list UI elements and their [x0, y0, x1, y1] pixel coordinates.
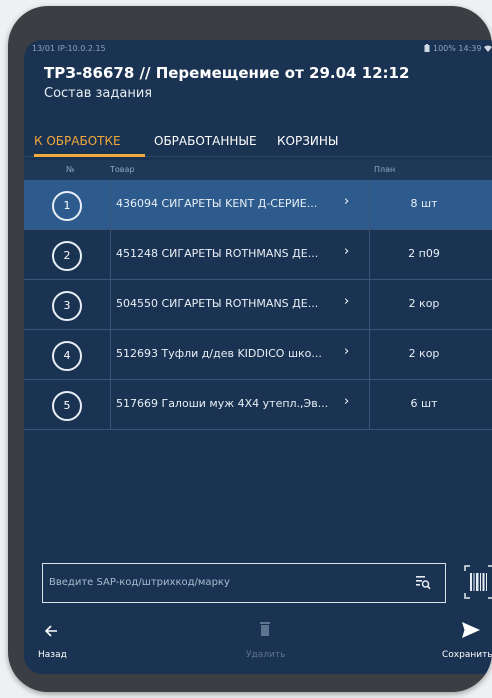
table-row[interactable]: 1 436094 СИГАРЕТЫ KENT Д-СЕРИЕ... › 8 шт [24, 180, 492, 230]
send-arrow-icon [462, 622, 480, 638]
barcode-scan-button[interactable] [462, 563, 492, 601]
chevron-right-icon[interactable]: › [344, 194, 349, 209]
column-header-num: № [66, 165, 75, 174]
row-number-cell: 4 [24, 330, 111, 379]
row-number: 2 [52, 241, 82, 271]
row-number: 5 [52, 391, 82, 421]
bottom-action-bar: Назад Удалить Сохранить [24, 608, 492, 674]
row-number-cell: 3 [24, 280, 111, 329]
row-plan-cell: 6 шт [369, 380, 492, 429]
row-number-cell: 1 [24, 180, 111, 229]
arrow-left-icon [44, 625, 57, 637]
search-input[interactable] [43, 564, 409, 600]
tab-baskets[interactable]: КОРЗИНЫ [277, 134, 338, 148]
row-plan-value: 6 шт [410, 397, 438, 410]
status-ip: 13/01 IP:10.0.2.15 [32, 44, 106, 53]
row-item-name: 512693 Туфли д/дев KIDDICO шко... [116, 347, 322, 360]
row-plan-cell: 2 кор [369, 280, 492, 329]
chevron-right-icon[interactable]: › [344, 294, 349, 309]
chevron-right-icon[interactable]: › [344, 394, 349, 409]
table-row[interactable]: 2 451248 СИГАРЕТЫ ROTHMANS ДЕ... › 2 п09 [24, 230, 492, 280]
row-number: 4 [52, 341, 82, 371]
row-item-name: 517669 Галоши муж 4X4 утепл.,Эв... [116, 397, 329, 410]
row-plan-value: 2 кор [408, 347, 440, 360]
delete-label: Удалить [246, 650, 286, 660]
tab-processed[interactable]: ОБРАБОТАННЫЕ [154, 134, 257, 148]
wifi-icon [484, 45, 492, 52]
search-field [42, 563, 446, 603]
chevron-right-icon[interactable]: › [344, 244, 349, 259]
trash-icon [260, 622, 270, 636]
row-plan-cell: 8 шт [369, 180, 492, 229]
row-number-cell: 2 [24, 230, 111, 279]
table-row[interactable]: 4 512693 Туфли д/дев KIDDICO шко... › 2 … [24, 330, 492, 380]
device-frame: 13/01 IP:10.0.2.15 100% 14:39 ТРЗ-86678 … [8, 6, 492, 692]
row-item-name: 504550 СИГАРЕТЫ ROTHMANS ДЕ... [116, 297, 319, 310]
row-item-name: 451248 СИГАРЕТЫ ROTHMANS ДЕ... [116, 247, 319, 260]
back-button[interactable]: Назад [38, 608, 88, 668]
list-search-icon[interactable] [415, 574, 431, 590]
table-row[interactable]: 3 504550 СИГАРЕТЫ ROTHMANS ДЕ... › 2 кор [24, 280, 492, 330]
table-header: № Товар План [24, 160, 492, 180]
status-bar: 13/01 IP:10.0.2.15 100% 14:39 [24, 44, 492, 56]
status-battery-time-text: 100% 14:39 [432, 44, 482, 53]
table-row[interactable]: 5 517669 Галоши муж 4X4 утепл.,Эв... › 6… [24, 380, 492, 430]
row-plan-value: 8 шт [410, 197, 438, 210]
barcode-scan-icon [464, 565, 492, 599]
row-plan-cell: 2 п09 [369, 230, 492, 279]
app-screen: 13/01 IP:10.0.2.15 100% 14:39 ТРЗ-86678 … [24, 40, 492, 674]
row-plan-value: 2 кор [408, 297, 440, 310]
row-plan-cell: 2 кор [369, 330, 492, 379]
chevron-right-icon[interactable]: › [344, 344, 349, 359]
row-plan-value: 2 п09 [408, 247, 440, 260]
tab-to-process[interactable]: К ОБРАБОТКЕ [34, 134, 121, 148]
page-title: ТРЗ-86678 // Перемещение от 29.04 12:12 [44, 64, 410, 82]
page-subtitle: Состав задания [44, 86, 153, 101]
battery-icon [424, 44, 430, 52]
row-number-cell: 5 [24, 380, 111, 429]
save-button[interactable]: Сохранить [432, 608, 492, 668]
column-header-plan: План [374, 165, 396, 174]
row-item-name: 436094 СИГАРЕТЫ KENT Д-СЕРИЕ... [116, 197, 318, 210]
tab-bar: К ОБРАБОТКЕ ОБРАБОТАННЫЕ КОРЗИНЫ [24, 128, 492, 157]
row-number: 3 [52, 291, 82, 321]
delete-button[interactable]: Удалить [234, 608, 294, 668]
back-label: Назад [38, 650, 67, 660]
active-tab-indicator [34, 154, 145, 157]
save-label: Сохранить [442, 650, 492, 660]
status-battery-time: 100% 14:39 [424, 44, 492, 53]
row-number: 1 [52, 191, 82, 221]
column-header-item: Товар [110, 165, 135, 174]
